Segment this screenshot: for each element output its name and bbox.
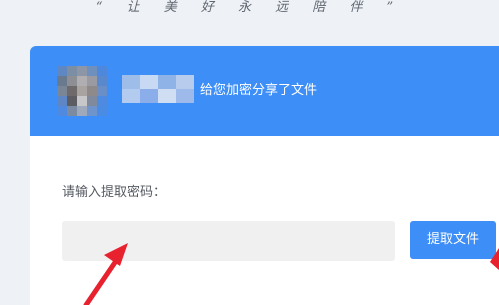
share-header: 给您加密分享了文件 [30,46,499,136]
sharer-avatar-blurred [57,66,107,116]
slogan-text: “ 让 美 好 永 远 陪 伴 ” [95,0,404,15]
extract-file-button[interactable]: 提取文件 [410,221,496,259]
password-input[interactable] [62,221,395,261]
share-card: 给您加密分享了文件 请输入提取密码： 提取文件 [30,46,499,305]
share-page: “ 让 美 好 永 远 陪 伴 ” 给您加密分享了文件 请输入提取密码： 提取文… [0,0,499,305]
sharer-name-blurred [122,75,194,103]
share-message: 给您加密分享了文件 [200,83,318,98]
password-label: 请输入提取密码： [62,185,167,200]
